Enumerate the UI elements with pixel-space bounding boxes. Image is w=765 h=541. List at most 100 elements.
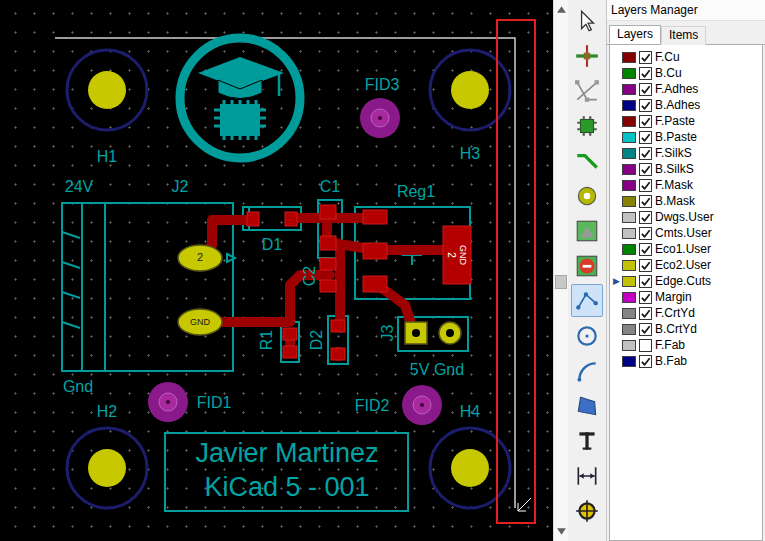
layer-visibility-checkbox[interactable]	[639, 99, 652, 112]
target-tool[interactable]	[571, 494, 603, 527]
layer-visibility-checkbox[interactable]	[639, 67, 652, 80]
check-icon	[640, 132, 651, 143]
layer-row[interactable]: F.Paste	[610, 113, 762, 129]
footprint-tool[interactable]	[571, 109, 603, 142]
layer-color-swatch[interactable]	[622, 84, 636, 95]
layer-visibility-checkbox[interactable]	[639, 179, 652, 192]
layer-visibility-checkbox[interactable]	[639, 243, 652, 256]
layer-visibility-checkbox[interactable]	[639, 291, 652, 304]
layer-color-swatch[interactable]	[622, 244, 636, 255]
layer-visibility-checkbox[interactable]	[639, 211, 652, 224]
fiducial[interactable]	[360, 98, 400, 138]
layer-visibility-checkbox[interactable]	[639, 51, 652, 64]
via-tool[interactable]	[571, 179, 603, 212]
layer-visibility-checkbox[interactable]	[639, 163, 652, 176]
polygon-tool[interactable]	[571, 389, 603, 422]
hole-label: H2	[97, 403, 118, 420]
layer-color-swatch[interactable]	[622, 180, 636, 191]
layer-color-swatch[interactable]	[622, 148, 636, 159]
layer-color-swatch[interactable]	[622, 340, 636, 351]
highlight-tool[interactable]	[571, 39, 603, 72]
layer-row[interactable]: B.SilkS	[610, 161, 762, 177]
select-tool[interactable]	[571, 4, 603, 37]
layer-visibility-checkbox[interactable]	[639, 83, 652, 96]
arc-tool[interactable]	[571, 354, 603, 387]
layer-visibility-checkbox[interactable]	[639, 339, 652, 352]
layer-color-swatch[interactable]	[622, 100, 636, 111]
layer-visibility-checkbox[interactable]	[639, 115, 652, 128]
mounting-hole[interactable]	[67, 50, 147, 130]
layer-color-swatch[interactable]	[622, 260, 636, 271]
keepout-tool[interactable]	[571, 249, 603, 282]
layer-color-swatch[interactable]	[622, 212, 636, 223]
layer-visibility-checkbox[interactable]	[639, 259, 652, 272]
pad-label: 2	[446, 252, 457, 258]
scroll-thumb[interactable]	[555, 275, 567, 289]
layer-row[interactable]: F.SilkS	[610, 145, 762, 161]
layer-row[interactable]: B.CrtYd	[610, 321, 762, 337]
polygon-icon	[574, 393, 600, 419]
layer-color-swatch[interactable]	[622, 196, 636, 207]
layer-color-swatch[interactable]	[622, 228, 636, 239]
ratsnest-tool[interactable]	[571, 74, 603, 107]
layer-row[interactable]: Eco2.User	[610, 257, 762, 273]
silkscreen-outlines	[62, 200, 470, 511]
layer-name: B.CrtYd	[655, 322, 697, 337]
board-drawing[interactable]: H1H2H3H4FID1FID2FID324VJ2C1Reg1D1C2R1D2J…	[0, 0, 553, 541]
zone-tool[interactable]	[571, 214, 603, 247]
layer-row[interactable]: B.Cu	[610, 65, 762, 81]
layer-color-swatch[interactable]	[622, 116, 636, 127]
text-tool[interactable]	[571, 424, 603, 457]
layer-row[interactable]: F.Adhes	[610, 81, 762, 97]
layer-color-swatch[interactable]	[622, 276, 636, 287]
layer-visibility-checkbox[interactable]	[639, 307, 652, 320]
layer-color-swatch[interactable]	[622, 308, 636, 319]
layer-row[interactable]: F.Mask	[610, 177, 762, 193]
layer-color-swatch[interactable]	[622, 52, 636, 63]
layer-color-swatch[interactable]	[622, 164, 636, 175]
layer-name: Eco2.User	[655, 258, 711, 273]
mounting-hole[interactable]	[67, 428, 147, 508]
check-icon	[640, 260, 651, 271]
layer-row[interactable]: Eco1.User	[610, 241, 762, 257]
layer-row[interactable]: Dwgs.User	[610, 209, 762, 225]
layer-visibility-checkbox[interactable]	[639, 355, 652, 368]
layer-color-swatch[interactable]	[622, 292, 636, 303]
route-tool[interactable]	[571, 144, 603, 177]
layer-color-swatch[interactable]	[622, 324, 636, 335]
scroll-down-icon[interactable]	[556, 526, 567, 537]
layer-visibility-checkbox[interactable]	[639, 323, 652, 336]
layer-row[interactable]: B.Mask	[610, 193, 762, 209]
dimension-tool[interactable]	[571, 459, 603, 492]
layer-row[interactable]: B.Adhes	[610, 97, 762, 113]
layer-visibility-checkbox[interactable]	[639, 275, 652, 288]
fiducial[interactable]	[148, 382, 188, 422]
scroll-up-icon[interactable]	[556, 4, 567, 15]
layer-visibility-checkbox[interactable]	[639, 147, 652, 160]
layer-row[interactable]: ▶Edge.Cuts	[610, 273, 762, 289]
vertical-scrollbar[interactable]	[553, 0, 568, 541]
layer-row[interactable]: F.Fab	[610, 337, 762, 353]
board-labels: H1H2H3H4FID1FID2FID324VJ2C1Reg1D1C2R1D2J…	[63, 76, 480, 502]
layer-name: Cmts.User	[655, 226, 712, 241]
pcb-canvas[interactable]: H1H2H3H4FID1FID2FID324VJ2C1Reg1D1C2R1D2J…	[0, 0, 553, 541]
layer-row[interactable]: B.Paste	[610, 129, 762, 145]
layer-color-swatch[interactable]	[622, 68, 636, 79]
layer-name: F.Adhes	[655, 82, 698, 97]
layer-row[interactable]: Margin	[610, 289, 762, 305]
line-tool[interactable]	[571, 284, 603, 317]
layer-visibility-checkbox[interactable]	[639, 227, 652, 240]
layer-color-swatch[interactable]	[622, 132, 636, 143]
check-icon	[640, 164, 651, 175]
layer-row[interactable]: F.Cu	[610, 49, 762, 65]
layer-row[interactable]: Cmts.User	[610, 225, 762, 241]
panel-tab[interactable]: Items	[661, 26, 706, 45]
circle-tool[interactable]	[571, 319, 603, 352]
layer-row[interactable]: F.CrtYd	[610, 305, 762, 321]
layer-visibility-checkbox[interactable]	[639, 131, 652, 144]
layer-color-swatch[interactable]	[622, 356, 636, 367]
layer-row[interactable]: B.Fab	[610, 353, 762, 369]
fiducial[interactable]	[402, 385, 442, 425]
panel-tab[interactable]: Layers	[609, 25, 661, 44]
layer-visibility-checkbox[interactable]	[639, 195, 652, 208]
